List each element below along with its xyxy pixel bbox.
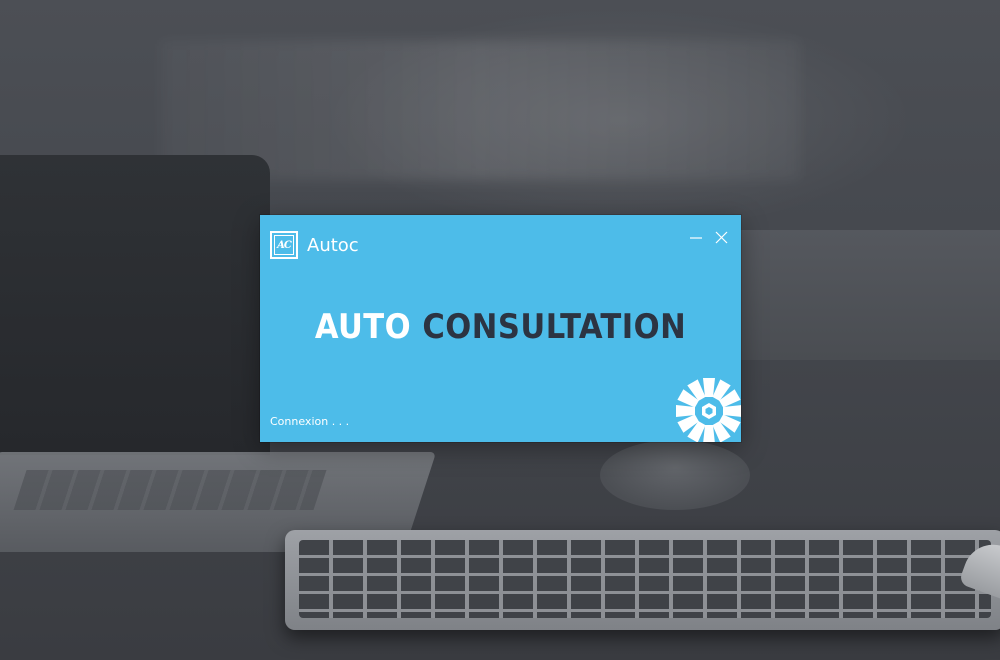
headline-word-consultation: CONSULTATION — [422, 307, 687, 347]
connection-status: Connexion . . . — [270, 415, 350, 428]
close-icon — [715, 231, 728, 244]
app-logo-icon: AC — [270, 231, 298, 259]
background-keyboard — [285, 530, 1000, 630]
background-laptop-screen — [0, 155, 270, 455]
spinner-petal — [723, 405, 741, 417]
spinner-petal — [703, 425, 715, 442]
minimize-button[interactable] — [686, 228, 706, 248]
background-laptop-keys — [13, 470, 327, 510]
spinner-petal — [703, 378, 715, 397]
background-keyboard-keys — [299, 540, 991, 618]
background-mug — [600, 440, 750, 510]
splash-window: AC Autoc AUTO CONSULTATION Connexion . .… — [260, 215, 741, 442]
spinner-petal — [676, 405, 695, 417]
splash-headline: AUTO CONSULTATION — [260, 307, 741, 347]
loading-spinner-icon — [676, 378, 741, 442]
minimize-icon — [690, 237, 702, 239]
background-monitor — [740, 230, 1000, 360]
close-button[interactable] — [712, 228, 732, 248]
headline-word-auto: AUTO — [314, 307, 412, 347]
app-logo-text: AC — [274, 235, 294, 255]
app-title: Autoc — [307, 235, 359, 256]
